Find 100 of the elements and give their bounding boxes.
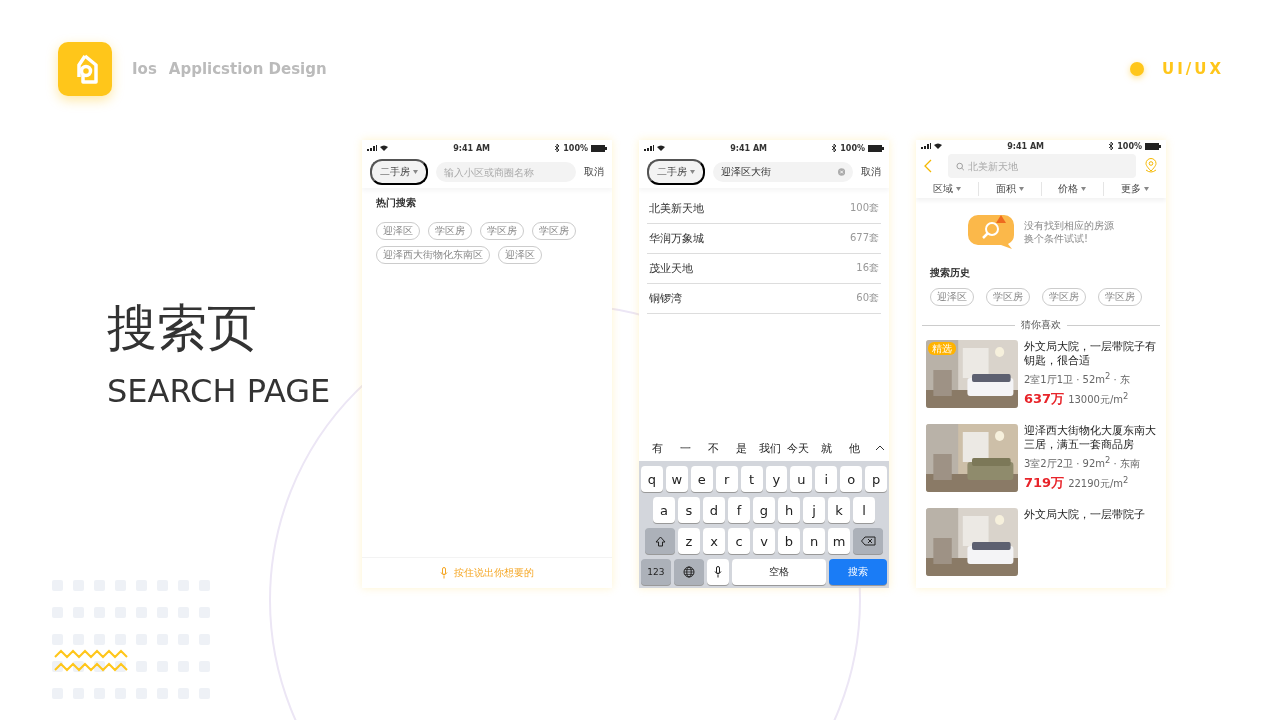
section-title: 热门搜索: [375, 196, 417, 210]
numbers-key[interactable]: 123: [641, 559, 671, 585]
candidate-word[interactable]: 是: [727, 440, 756, 456]
candidate-word[interactable]: 不: [699, 440, 728, 456]
shift-key[interactable]: [645, 528, 675, 554]
keyboard-key[interactable]: b: [778, 528, 800, 554]
filter-dropdown[interactable]: 价格: [1040, 182, 1104, 197]
keyboard-key[interactable]: h: [778, 497, 800, 523]
candidate-word[interactable]: 一: [671, 440, 700, 456]
candidate-word[interactable]: 他: [840, 440, 869, 456]
history-tag[interactable]: 学区房: [986, 288, 1030, 306]
suggestion-name[interactable]: 北美新天地: [649, 201, 704, 216]
caret-icon: [1081, 187, 1087, 192]
suggestion-name[interactable]: 铜锣湾: [649, 291, 682, 306]
search-field[interactable]: 北美新天地: [968, 160, 1128, 172]
listing-count: 677套: [849, 231, 879, 245]
space-key[interactable]: 空格: [731, 559, 827, 585]
keyboard-key[interactable]: k: [828, 497, 850, 523]
filter-dropdown[interactable]: 面积: [977, 182, 1041, 197]
caret-icon: [1018, 187, 1024, 192]
keyboard-key[interactable]: g: [753, 497, 775, 523]
listing-details: 2室1厅1卫 · 52m$^{2}$ · 东: [1024, 371, 1131, 388]
page-subtitle: SEARCH PAGE: [107, 372, 332, 410]
filter-dropdown[interactable]: 区域: [916, 182, 978, 197]
cancel-button[interactable]: 取消: [861, 165, 881, 179]
status-time: 9:41 AM: [729, 143, 769, 153]
keyboard-key[interactable]: m: [828, 528, 850, 554]
search-tag[interactable]: 学区房: [428, 222, 472, 240]
history-tag[interactable]: 学区房: [1042, 288, 1086, 306]
keyboard-key[interactable]: t: [740, 466, 763, 492]
search-bar[interactable]: 输入小区或商圈名称: [436, 162, 576, 182]
listing-count: 16套: [856, 261, 879, 275]
microphone-icon: [713, 566, 722, 578]
keyboard-key[interactable]: r: [715, 466, 738, 492]
keyboard-key[interactable]: p: [865, 466, 888, 492]
keyboard-key[interactable]: v: [753, 528, 775, 554]
wifi-icon: [380, 145, 388, 151]
featured-badge: 精选: [928, 342, 956, 355]
search-tag[interactable]: 迎泽西大街物化东南区: [376, 246, 490, 264]
search-field[interactable]: 输入小区或商圈名称: [444, 166, 568, 178]
keyboard-key[interactable]: s: [678, 497, 700, 523]
keyboard-key[interactable]: y: [765, 466, 788, 492]
battery-percent: 100%: [840, 143, 865, 153]
listing-count: 60套: [856, 291, 879, 305]
subtitle: Applicstion Design: [168, 60, 327, 78]
status-time: 9:41 AM: [1006, 141, 1046, 151]
type-dropdown[interactable]: 二手房: [647, 159, 705, 185]
bluetooth-icon: [555, 144, 561, 152]
suggestion-name[interactable]: 茂业天地: [649, 261, 693, 276]
delete-key[interactable]: [853, 528, 883, 554]
candidate-word[interactable]: 就: [812, 440, 841, 456]
search-tag[interactable]: 迎泽区: [498, 246, 542, 264]
candidate-word[interactable]: 今天: [784, 440, 813, 456]
listing-card[interactable]: 外文局大院，一层带院子: [916, 504, 1166, 588]
keyboard-key[interactable]: e: [690, 466, 713, 492]
keyboard-key[interactable]: x: [703, 528, 725, 554]
keyboard-key[interactable]: d: [703, 497, 725, 523]
page-title: 搜索页: [107, 298, 258, 358]
keyboard-key[interactable]: l: [853, 497, 875, 523]
listing-count: 100套: [849, 201, 879, 215]
suggestion-name[interactable]: 华润万象城: [649, 231, 704, 246]
keyboard-key[interactable]: u: [790, 466, 813, 492]
listing-details: 3室2厅2卫 · 92m$^{2}$ · 东南: [1024, 455, 1141, 472]
keyboard-key[interactable]: q: [640, 466, 663, 492]
keyboard-key[interactable]: z: [678, 528, 700, 554]
keyboard-key[interactable]: j: [803, 497, 825, 523]
listing-price: 719万: [1024, 474, 1065, 492]
clear-icon[interactable]: [837, 168, 845, 176]
search-key[interactable]: 搜索: [829, 559, 887, 585]
keyboard-key[interactable]: i: [815, 466, 838, 492]
type-dropdown[interactable]: 二手房: [370, 159, 428, 185]
caret-icon: [413, 170, 418, 174]
wifi-icon: [657, 145, 665, 151]
expand-icon[interactable]: [875, 445, 885, 451]
keyboard-key[interactable]: n: [803, 528, 825, 554]
keyboard-key[interactable]: a: [653, 497, 675, 523]
listing-card[interactable]: 精选 外文局大院，一层带院子有钥匙，很合适 2室1厅1卫 · 52m$^{2}$ · 东 637万 13000元/m$^{2}$: [916, 336, 1166, 420]
search-tag[interactable]: 学区房: [480, 222, 524, 240]
keyboard-key[interactable]: o: [840, 466, 863, 492]
search-field[interactable]: 迎泽区大街: [721, 166, 834, 178]
candidate-word[interactable]: 有: [643, 440, 672, 456]
caret-icon: [690, 170, 695, 174]
filter-dropdown[interactable]: 更多: [1103, 182, 1166, 197]
cancel-button[interactable]: 取消: [584, 165, 604, 179]
history-tag[interactable]: 学区房: [1098, 288, 1142, 306]
globe-icon: [682, 566, 695, 578]
keyboard-key[interactable]: f: [728, 497, 750, 523]
globe-key[interactable]: [673, 559, 704, 585]
keyboard-key[interactable]: w: [665, 466, 688, 492]
search-tag[interactable]: 学区房: [532, 222, 576, 240]
battery-icon: [868, 144, 884, 152]
history-tag[interactable]: 迎泽区: [930, 288, 974, 306]
candidate-word[interactable]: 我们: [756, 440, 785, 456]
search-bar[interactable]: 迎泽区大街: [713, 162, 853, 182]
keyboard-key[interactable]: c: [728, 528, 750, 554]
mic-key[interactable]: [706, 559, 729, 585]
search-tag[interactable]: 迎泽区: [376, 222, 420, 240]
search-bar[interactable]: 北美新天地: [948, 154, 1136, 179]
listing-card[interactable]: 迎泽西大街物化大厦东南大三居，满五一套商品房 3室2厅2卫 · 92m$^{2}$ · 东南 719万 22190元/m$^{2}$: [916, 420, 1166, 504]
dot-icon: [1130, 62, 1144, 76]
